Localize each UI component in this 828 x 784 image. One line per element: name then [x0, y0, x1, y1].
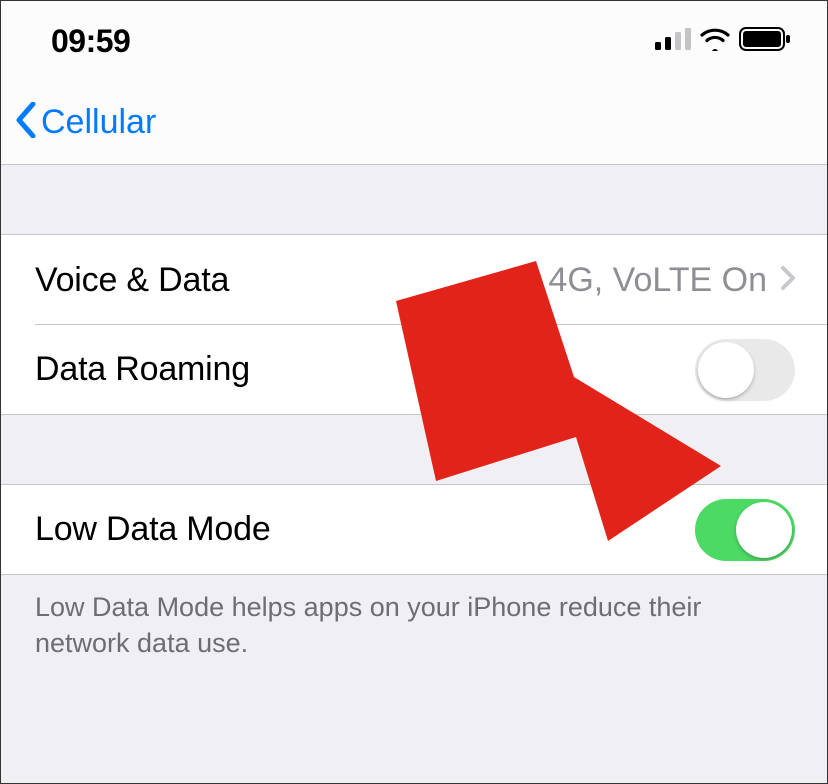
navigation-bar: Cellular: [1, 81, 827, 165]
toggle-knob: [698, 342, 754, 398]
row-label: Low Data Mode: [35, 510, 271, 549]
voice-and-data-row[interactable]: Voice & Data 4G, VoLTE On: [1, 235, 827, 325]
low-data-mode-footer: Low Data Mode helps apps on your iPhone …: [1, 575, 827, 661]
back-button[interactable]: Cellular: [15, 102, 156, 143]
back-label: Cellular: [41, 103, 156, 142]
chevron-left-icon: [15, 102, 37, 143]
wifi-icon: [699, 27, 731, 56]
settings-screen: 09:59: [0, 0, 828, 784]
data-roaming-row: Data Roaming: [1, 325, 827, 415]
status-indicators: [655, 27, 791, 56]
data-roaming-toggle[interactable]: [695, 339, 795, 401]
row-value: 4G, VoLTE On: [548, 261, 767, 300]
row-label: Voice & Data: [35, 261, 229, 300]
status-time: 09:59: [51, 23, 130, 60]
section-spacer: [1, 165, 827, 235]
row-right: 4G, VoLTE On: [548, 261, 795, 300]
battery-icon: [739, 27, 791, 56]
toggle-knob: [736, 502, 792, 558]
low-data-mode-row: Low Data Mode: [1, 485, 827, 575]
low-data-mode-toggle[interactable]: [695, 499, 795, 561]
status-bar: 09:59: [1, 1, 827, 81]
section-spacer: [1, 415, 827, 485]
row-label: Data Roaming: [35, 350, 250, 389]
chevron-right-icon: [781, 266, 795, 295]
cellular-signal-icon: [655, 28, 691, 55]
